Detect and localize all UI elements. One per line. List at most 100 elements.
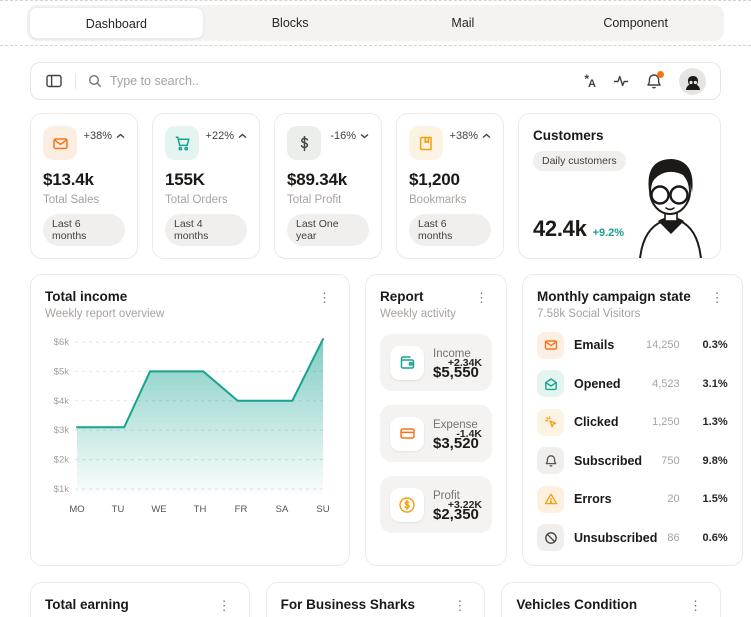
user-avatar[interactable] — [679, 68, 706, 95]
stat-label: Total Orders — [165, 194, 247, 206]
income-title: Total income — [45, 289, 164, 304]
sidebar-toggle-icon[interactable] — [45, 72, 63, 90]
tab-component[interactable]: Component — [549, 7, 722, 39]
tab-blocks[interactable]: Blocks — [204, 7, 377, 39]
svg-text:$2k: $2k — [54, 455, 70, 466]
cart-icon — [165, 126, 199, 160]
campaign-count: 4,523 — [652, 378, 680, 390]
campaign-row-emails: Emails 14,250 0.3% — [537, 332, 728, 359]
svg-text:SA: SA — [276, 504, 289, 515]
wallet-icon — [390, 346, 424, 380]
customers-value: 42.4k — [533, 216, 587, 242]
stat-period-badge: Last 4 months — [165, 214, 247, 246]
stat-label: Bookmarks — [409, 194, 491, 206]
campaign-count: 750 — [661, 455, 679, 467]
campaign-title: Monthly campaign state — [537, 289, 691, 304]
stat-label: Total Profit — [287, 194, 369, 206]
kebab-menu-icon[interactable]: ⋮ — [471, 289, 492, 306]
campaign-label: Emails — [574, 338, 636, 352]
campaign-count: 1,250 — [652, 416, 680, 428]
envelope-icon — [537, 332, 564, 359]
campaign-pct: 1.5% — [696, 493, 728, 505]
alert-triangle-icon — [537, 486, 564, 513]
kebab-menu-icon[interactable]: ⋮ — [214, 597, 235, 614]
top-nav-tabbar: Dashboard Blocks Mail Component — [27, 5, 724, 41]
stat-value: 155K — [165, 170, 247, 190]
ban-icon — [537, 524, 564, 551]
chevron-up-icon — [482, 133, 491, 139]
stat-value: $89.34k — [287, 170, 369, 190]
svg-text:$6k: $6k — [54, 337, 70, 348]
cursor-click-icon — [537, 409, 564, 436]
campaign-count: 86 — [667, 532, 679, 544]
earning-title: Total earning — [45, 597, 129, 612]
stat-delta-toggle[interactable]: -16% — [330, 130, 369, 142]
toolbar-actions: *A — [584, 68, 706, 95]
total-earning-card: Total earning ⋮ 87% +38% — [30, 582, 250, 617]
income-subtitle: Weekly report overview — [45, 308, 164, 320]
stat-period-badge: Last One year — [287, 214, 369, 246]
kebab-menu-icon[interactable]: ⋮ — [707, 289, 728, 306]
stat-card-total-orders: +22% 155K Total Orders Last 4 months — [152, 113, 260, 259]
svg-text:TU: TU — [112, 504, 125, 515]
campaign-row-opened: Opened 4,523 3.1% — [537, 370, 728, 397]
translate-icon[interactable]: *A — [584, 73, 596, 90]
svg-text:$4k: $4k — [54, 396, 70, 407]
report-subtitle: Weekly activity — [380, 308, 456, 320]
report-delta: +2.34K — [448, 357, 482, 369]
kebab-menu-icon[interactable]: ⋮ — [314, 289, 335, 306]
report-title: Report — [380, 289, 456, 304]
tab-mail[interactable]: Mail — [377, 7, 550, 39]
tab-dashboard[interactable]: Dashboard — [29, 7, 204, 39]
svg-text:$3k: $3k — [54, 425, 70, 436]
campaign-subtitle: 7.58k Social Visitors — [537, 308, 691, 320]
customers-title: Customers — [533, 128, 706, 143]
campaign-pct: 1.3% — [696, 416, 728, 428]
search-input[interactable] — [110, 74, 584, 88]
svg-text:$1k: $1k — [54, 484, 70, 495]
stat-period-badge: Last 6 months — [409, 214, 491, 246]
activity-pulse-icon[interactable] — [613, 74, 629, 88]
report-card: Report Weekly activity ⋮ Income $5,550 +… — [365, 274, 507, 566]
notification-bell-icon[interactable] — [646, 73, 662, 90]
svg-text:TH: TH — [194, 504, 207, 515]
stat-card-total-sales: +38% $13.4k Total Sales Last 6 months — [30, 113, 138, 259]
report-row-income: Income $5,550 +2.34K — [380, 334, 492, 391]
report-delta: -1.4K — [456, 428, 482, 440]
campaign-count: 20 — [667, 493, 679, 505]
svg-text:$5k: $5k — [54, 366, 70, 377]
campaign-row-subscribed: Subscribed 750 9.8% — [537, 447, 728, 474]
campaign-pct: 0.3% — [696, 339, 728, 351]
report-value: $3,520 — [433, 435, 447, 452]
report-delta: +3.22K — [448, 499, 482, 511]
notification-dot — [657, 71, 664, 78]
mail-icon — [43, 126, 77, 160]
svg-text:SU: SU — [316, 504, 329, 515]
search-toolbar: *A — [30, 62, 721, 100]
campaign-label: Unsubscribed — [574, 531, 657, 545]
envelope-open-icon — [537, 370, 564, 397]
stat-card-total-profit: -16% $89.34k Total Profit Last One year — [274, 113, 382, 259]
campaign-row-clicked: Clicked 1,250 1.3% — [537, 409, 728, 436]
bell-icon — [537, 447, 564, 474]
vehicles-condition-card: Vehicles Condition ⋮ 55% Excellent 12% i… — [501, 582, 721, 617]
kebab-menu-icon[interactable]: ⋮ — [685, 597, 706, 614]
top-nav-wrap: Dashboard Blocks Mail Component — [0, 0, 751, 46]
svg-text:MO: MO — [69, 504, 84, 515]
campaign-count: 14,250 — [646, 339, 680, 351]
stat-delta-toggle[interactable]: +38% — [84, 130, 125, 142]
stat-card-bookmarks: +38% $1,200 Bookmarks Last 6 months — [396, 113, 504, 259]
credit-card-icon — [390, 417, 424, 451]
bookmark-icon — [409, 126, 443, 160]
kebab-menu-icon[interactable]: ⋮ — [449, 597, 470, 614]
stats-row: +38% $13.4k Total Sales Last 6 months +2… — [30, 113, 721, 259]
stat-delta-toggle[interactable]: +38% — [450, 130, 491, 142]
report-value: $5,550 — [433, 364, 439, 381]
income-area-chart: $1k$2k$3k$4k$5k$6kMOTUWETHFRSASU — [45, 328, 331, 518]
sharks-title: For Business Sharks — [281, 597, 415, 612]
vehicles-title: Vehicles Condition — [516, 597, 637, 612]
report-row-expense: Expense $3,520 -1.4K — [380, 405, 492, 462]
stat-delta-toggle[interactable]: +22% — [206, 130, 247, 142]
stat-value: $13.4k — [43, 170, 125, 190]
campaign-label: Errors — [574, 492, 657, 506]
